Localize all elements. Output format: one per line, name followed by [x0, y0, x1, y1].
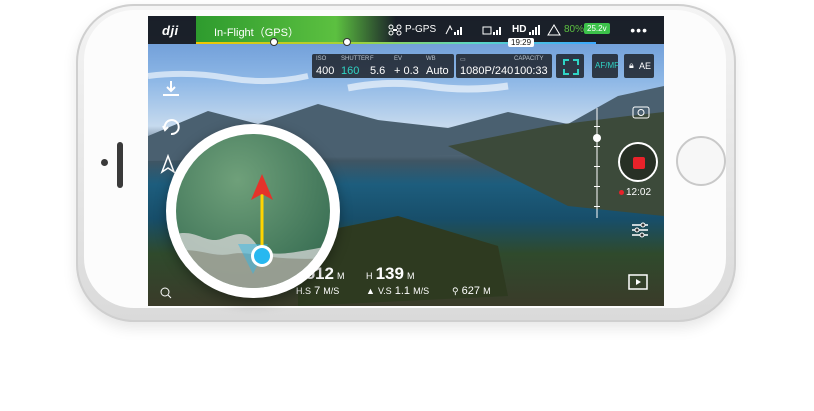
wb-label: WB [426, 56, 436, 62]
video-format-value: 1080P/240 [460, 65, 514, 77]
ae-label: AE [639, 61, 652, 71]
drone-icon [388, 24, 402, 36]
zoom-icon[interactable] [160, 286, 172, 304]
record-time: 12:02 [626, 187, 652, 198]
hspeed-value: 7 [314, 285, 321, 297]
video-signal-icon [528, 24, 540, 36]
slider-tick [594, 146, 600, 147]
record-stop-icon [633, 157, 645, 169]
flight-status-text: In-Flight（GPS） [214, 27, 299, 39]
playback-icon[interactable] [628, 274, 648, 295]
camera-switch-icon[interactable] [630, 102, 652, 127]
hspeed-unit: M/S [323, 286, 340, 296]
return-home-icon[interactable] [160, 116, 182, 143]
mini-map-magnifier[interactable] [166, 124, 340, 298]
ev-label: EV [394, 56, 403, 62]
takeoff-icon[interactable] [160, 78, 182, 105]
record-button[interactable] [618, 142, 658, 182]
gps-signal-icon [444, 24, 462, 36]
flight-time-tag: 19:29 [508, 38, 535, 47]
af-mf-label: AF/MF [595, 61, 619, 70]
recording-dot [619, 190, 624, 195]
exposure-params-panel[interactable]: ISO 400 SHUTTER 160 F 5.6 EV + 0.3 WB Au… [312, 54, 454, 78]
hspeed-readout: H.S 7 M/S [296, 285, 339, 297]
top-status-bar: dji In-Flight（GPS） P-GPS HD 80% 25.2v ••… [148, 16, 664, 44]
slider-tick [594, 186, 600, 187]
ae-lock-button[interactable]: 🔒︎ AE [624, 54, 654, 78]
height-unit: M [407, 271, 415, 281]
focus-frame-icon [563, 59, 579, 75]
map-overlay [176, 174, 330, 288]
distance-unit: M [337, 271, 345, 281]
slider-tick [594, 126, 600, 127]
shutter-value: 160 [341, 65, 360, 77]
vspeed-readout: ▲ V.S 1.1 M/S [366, 285, 429, 297]
iso-label: ISO [316, 56, 327, 62]
time-marker [343, 38, 351, 46]
iso-value: 400 [316, 65, 335, 77]
wb-value: Auto [426, 65, 449, 77]
shutter-label: SHUTTER [341, 56, 370, 62]
vspeed-unit: M/S [413, 286, 430, 296]
vspeed-arrow-icon: ▲ [366, 286, 375, 296]
height-value: 139 [375, 264, 404, 283]
phone-speaker [117, 142, 123, 188]
lock-icon: 🔒︎ [629, 60, 634, 70]
more-dots-icon[interactable]: ••• [630, 22, 648, 38]
dji-logo: dji [162, 23, 179, 38]
time-marker [270, 38, 278, 46]
flight-status-banner[interactable]: In-Flight（GPS） [196, 16, 396, 44]
hd-label: HD [512, 24, 527, 35]
slider-tick [594, 166, 600, 167]
height-readout: H 139 M [366, 264, 415, 284]
recording-info-panel[interactable]: ▭ 1080P/240 CAPACITY 100:33 [456, 54, 552, 78]
battery-icon [546, 24, 562, 36]
height-label: H [366, 271, 373, 281]
slider-thumb[interactable] [593, 134, 601, 142]
home-point-icon [254, 248, 270, 264]
focus-frame-button[interactable] [556, 54, 584, 78]
hspeed-label: H.S [296, 286, 312, 296]
front-camera [101, 159, 108, 166]
pilot-icon: ⚲ [452, 286, 459, 296]
aperture-value: 5.6 [370, 65, 386, 77]
home-distance-value: 627 [461, 285, 481, 297]
aperture-label: F [370, 56, 374, 62]
home-distance-readout: ⚲ 627 M [452, 285, 491, 297]
camera-slider[interactable] [596, 108, 598, 218]
battery-voltage: 25.2v [584, 23, 610, 34]
vspeed-label: V.S [377, 286, 392, 296]
remote-signal-icon [482, 24, 504, 36]
mini-map [176, 134, 330, 288]
ev-value: + 0.3 [394, 65, 419, 77]
capacity-label: CAPACITY [514, 56, 544, 62]
af-mf-button[interactable]: AF/MF [592, 54, 619, 78]
slider-tick [594, 206, 600, 207]
home-button[interactable] [676, 136, 726, 186]
video-format-icon: ▭ [460, 57, 466, 63]
capacity-value: 100:33 [514, 65, 548, 77]
battery-percent: 80% [564, 24, 585, 35]
settings-sliders-icon[interactable] [630, 221, 650, 244]
flight-mode[interactable]: P-GPS [405, 24, 436, 35]
flight-time-bar [196, 42, 596, 44]
vspeed-value: 1.1 [394, 285, 411, 297]
home-distance-unit: M [483, 286, 491, 296]
